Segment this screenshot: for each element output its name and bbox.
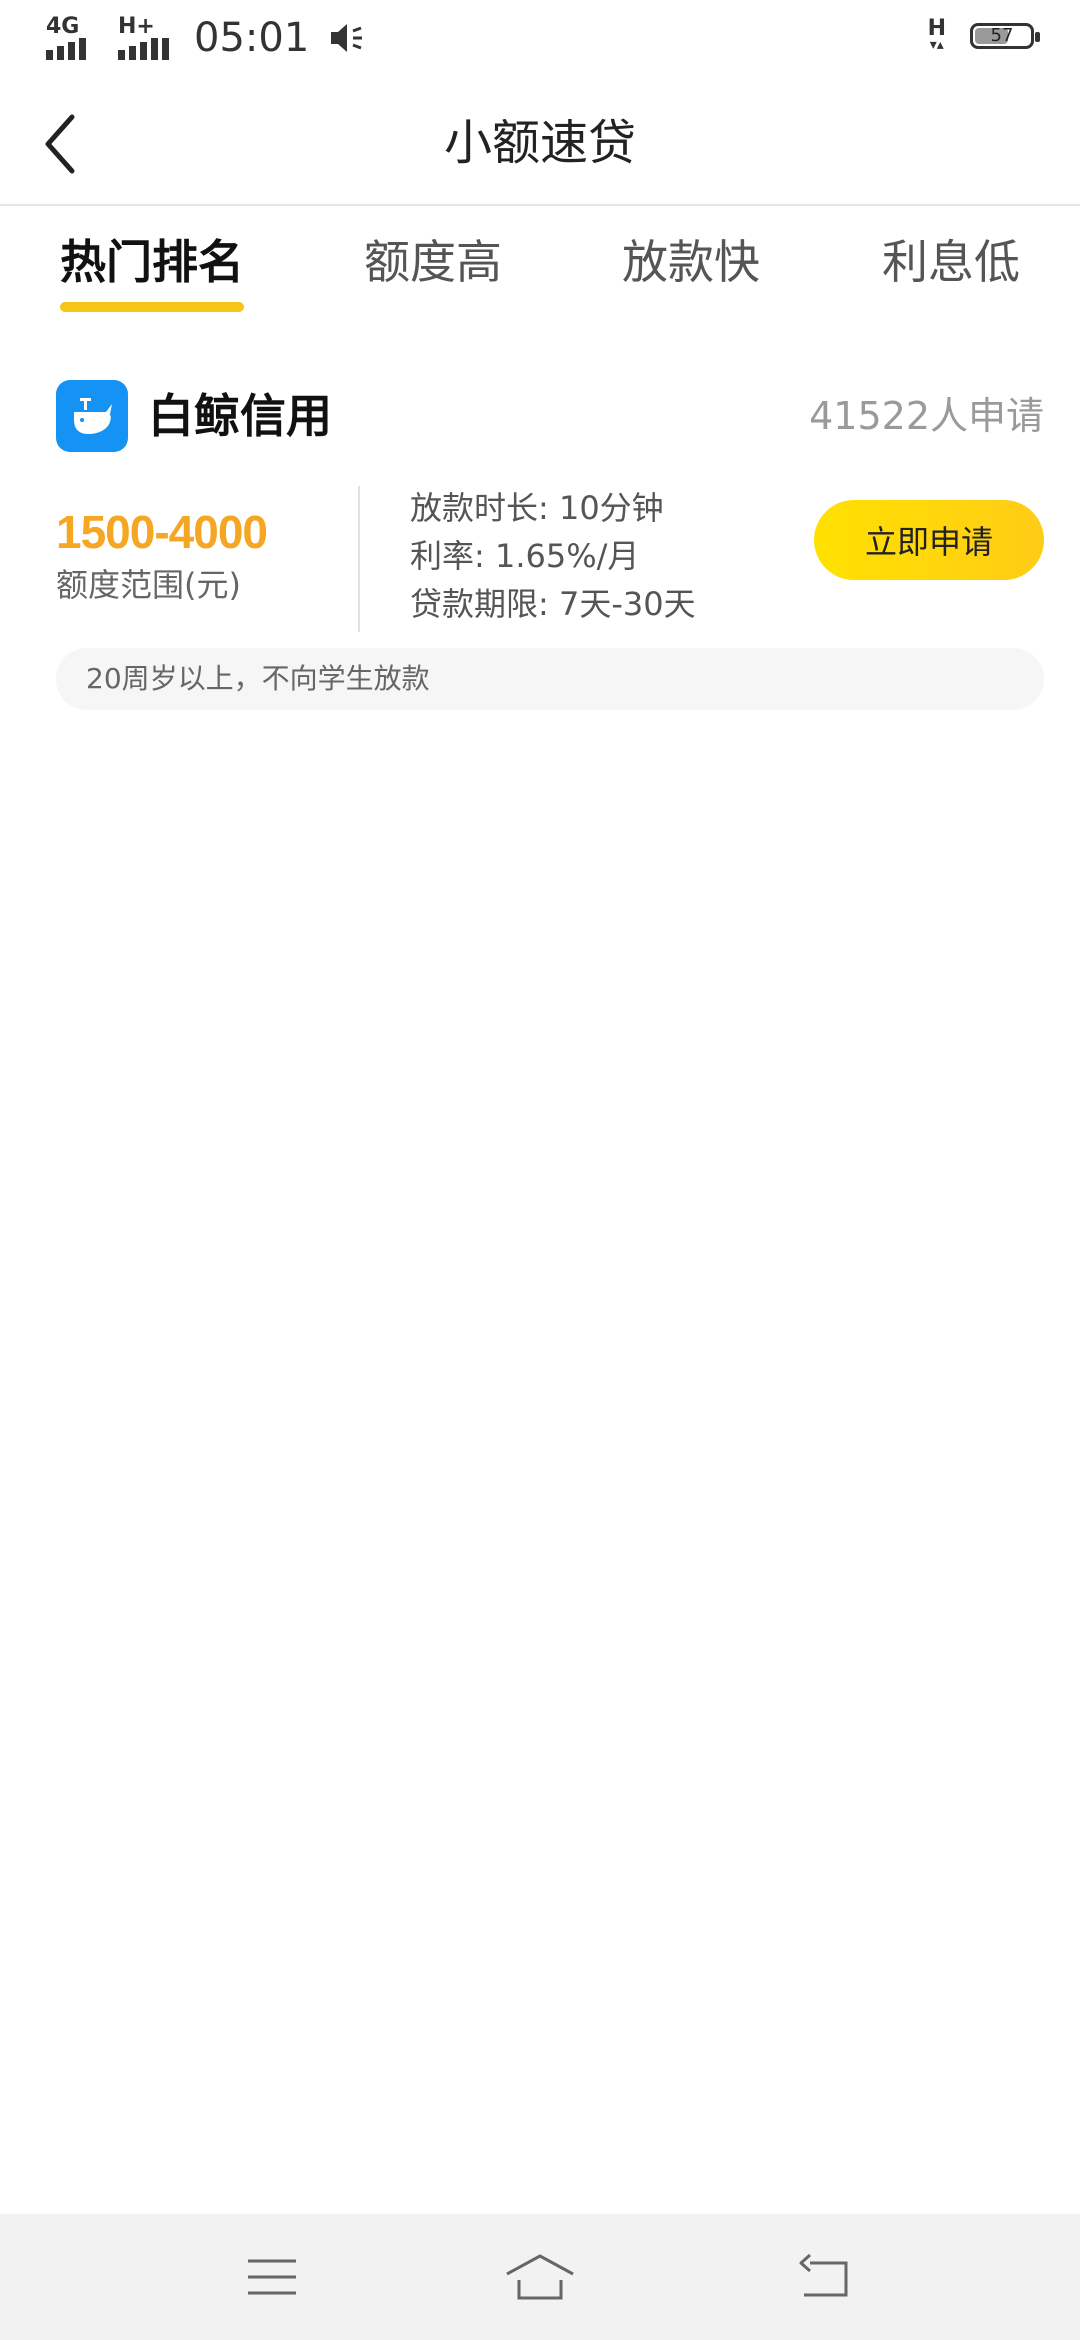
tab-hot-ranking[interactable]: 热门排名 (60, 232, 244, 292)
status-bar: 4G H+ 05:01 H ▾▴ 57 (0, 0, 1080, 84)
loan-term: 贷款期限: 7天-30天 (410, 585, 696, 623)
page-title: 小额速贷 (443, 115, 636, 171)
signal-hplus-icon: H+ (118, 16, 176, 60)
payout-time: 放款时长: 10分钟 (410, 489, 664, 527)
status-right: H ▾▴ 57 (927, 16, 1040, 53)
applicant-count: 41522人申请 (809, 394, 1044, 438)
status-left: 4G H+ 05:01 (46, 16, 367, 60)
product-name: 白鲸信用 (148, 389, 332, 443)
loan-details: 放款时长: 10分钟 利率: 1.65%/月 贷款期限: 7天-30天 (410, 484, 696, 628)
network-type-label: 4G (46, 14, 80, 39)
tab-fast-payout[interactable]: 放款快 (622, 232, 760, 292)
loan-card[interactable]: 白鲸信用 41522人申请 1500-4000 额度范围(元) 放款时长: 10… (56, 372, 1044, 712)
apply-now-button[interactable]: 立即申请 (814, 500, 1044, 580)
battery-icon: 57 (970, 23, 1040, 49)
amount-range: 1500-4000 (56, 506, 268, 558)
status-time: 05:01 (194, 15, 310, 61)
category-tabs: 热门排名 额度高 放款快 利息低 (0, 206, 1080, 316)
mobile-data-label: H (927, 16, 946, 41)
menu-button[interactable] (232, 2244, 312, 2310)
app-header: 小额速贷 (0, 84, 1080, 206)
network-type-label-2: H+ (118, 14, 155, 39)
card-divider (358, 486, 360, 632)
whale-icon (56, 380, 128, 452)
home-icon (506, 2254, 574, 2300)
system-nav-bar (0, 2214, 1080, 2340)
signal-4g-icon: 4G (46, 16, 104, 60)
whale-logo-graphic (74, 398, 112, 434)
active-tab-indicator (60, 302, 244, 312)
amount-range-label: 额度范围(元) (56, 566, 241, 604)
menu-icon (248, 2259, 296, 2295)
back-nav-button[interactable] (784, 2244, 864, 2310)
speaker-mute-icon (331, 24, 363, 52)
back-nav-icon (799, 2253, 848, 2297)
interest-rate: 利率: 1.65%/月 (410, 537, 640, 575)
tab-low-interest[interactable]: 利息低 (882, 232, 1020, 292)
tab-high-limit[interactable]: 额度高 (364, 232, 502, 292)
home-button[interactable] (500, 2244, 580, 2310)
eligibility-notice: 20周岁以上，不向学生放款 (56, 648, 1044, 710)
battery-level: 57 (990, 25, 1014, 46)
mobile-data-icon: H ▾▴ (927, 16, 946, 53)
